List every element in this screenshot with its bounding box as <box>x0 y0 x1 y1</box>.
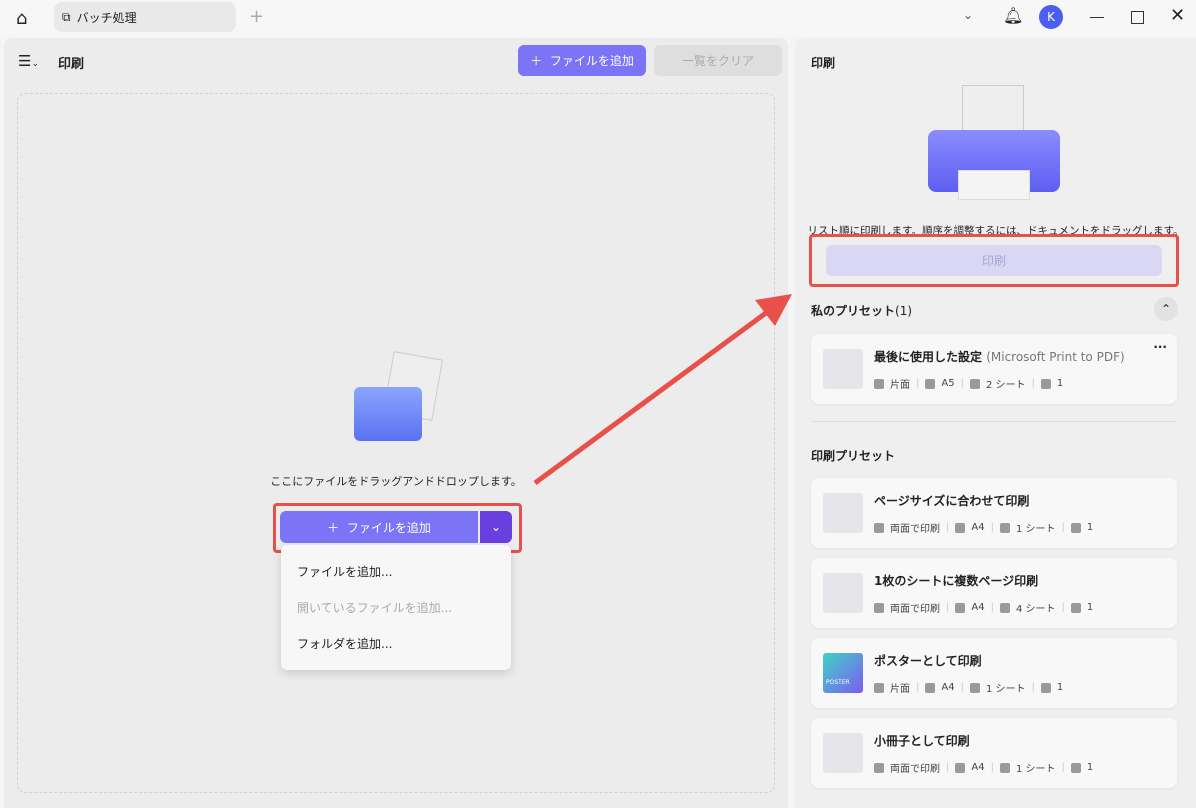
preset-sides: 片面 <box>890 684 910 695</box>
preset-copies: 1 <box>1056 682 1064 693</box>
preset-sheets: 4 シート <box>1015 604 1056 615</box>
print-panel-title: 印刷 <box>811 56 836 70</box>
preset-name: 小冊子として印刷 <box>874 734 970 748</box>
preset-copies: 1 <box>1086 602 1094 613</box>
page-size-icon <box>925 378 936 389</box>
sheets-icon <box>999 522 1010 533</box>
preset-sheets: 2 シート <box>985 380 1026 391</box>
preset-sides: 両面で印刷 <box>890 604 940 615</box>
preset-size: A4 <box>941 682 955 693</box>
page-size-icon <box>955 602 966 613</box>
my-presets-count: (1) <box>895 304 913 318</box>
my-presets-title: 私のプリセット(1) <box>811 302 912 319</box>
preset-thumbnail <box>823 493 863 533</box>
sheets-icon <box>969 378 980 389</box>
preset-name: ページサイズに合わせて印刷 <box>874 494 1030 508</box>
preset-printer: (Microsoft Print to PDF) <box>986 350 1125 364</box>
preset-card[interactable]: ページサイズに合わせて印刷 両面で印刷 | A4 | 1 シート | 1 <box>811 478 1177 548</box>
sides-icon <box>874 522 884 533</box>
preset-sides: 両面で印刷 <box>890 764 940 775</box>
sheets-icon <box>999 602 1010 613</box>
preset-card[interactable]: 小冊子として印刷 両面で印刷 | A4 | 1 シート | 1 <box>811 718 1177 788</box>
preset-sides: 片面 <box>890 380 910 391</box>
preset-sides: 両面で印刷 <box>890 524 940 535</box>
copies-icon <box>1070 602 1081 613</box>
poster-thumbnail: POSTER <box>823 653 863 693</box>
preset-sheets: 1 シート <box>1015 764 1056 775</box>
preset-size: A4 <box>971 602 985 613</box>
preset-copies: 1 <box>1086 522 1094 533</box>
preset-size: A4 <box>971 762 985 773</box>
preset-card[interactable]: POSTER ポスターとして印刷 片面 | A4 | 1 シート | 1 <box>811 638 1177 708</box>
poster-thumbnail-text: POSTER <box>826 679 850 686</box>
preset-name: 1枚のシートに複数ページ印刷 <box>874 574 1039 588</box>
more-options-button[interactable]: ··· <box>1153 340 1167 354</box>
preset-size: A4 <box>971 522 985 533</box>
preset-thumbnail <box>823 733 863 773</box>
sides-icon <box>874 378 884 389</box>
copies-icon <box>1070 522 1081 533</box>
printer-illustration <box>928 85 1060 200</box>
preset-copies: 1 <box>1086 762 1094 773</box>
preset-thumbnail <box>823 349 863 389</box>
copies-icon <box>1040 682 1051 693</box>
copies-icon <box>1070 762 1081 773</box>
preset-sheets: 1 シート <box>1015 524 1056 535</box>
preset-name: ポスターとして印刷 <box>874 654 982 668</box>
preset-card-last-used[interactable]: 最後に使用した設定 (Microsoft Print to PDF) ··· 片… <box>811 334 1177 404</box>
preset-thumbnail <box>823 573 863 613</box>
print-button-label: 印刷 <box>981 254 1006 268</box>
sheets-icon <box>999 762 1010 773</box>
sides-icon <box>874 682 884 693</box>
page-size-icon <box>955 762 966 773</box>
preset-card[interactable]: 1枚のシートに複数ページ印刷 両面で印刷 | A4 | 4 シート | 1 <box>811 558 1177 628</box>
collapse-button[interactable]: ⌃ <box>1154 297 1178 321</box>
preset-size: A5 <box>941 378 955 389</box>
page-size-icon <box>925 682 936 693</box>
sides-icon <box>874 762 884 773</box>
sides-icon <box>874 602 884 613</box>
print-presets-title: 印刷プリセット <box>811 449 896 463</box>
print-button[interactable]: 印刷 <box>826 245 1162 276</box>
divider <box>811 421 1177 422</box>
preset-name: 最後に使用した設定 <box>874 350 983 364</box>
page-size-icon <box>955 522 966 533</box>
preset-copies: 1 <box>1056 378 1064 389</box>
sheets-icon <box>969 682 980 693</box>
my-presets-label: 私のプリセット <box>811 304 896 318</box>
copies-icon <box>1040 378 1051 389</box>
preset-sheets: 1 シート <box>985 684 1026 695</box>
